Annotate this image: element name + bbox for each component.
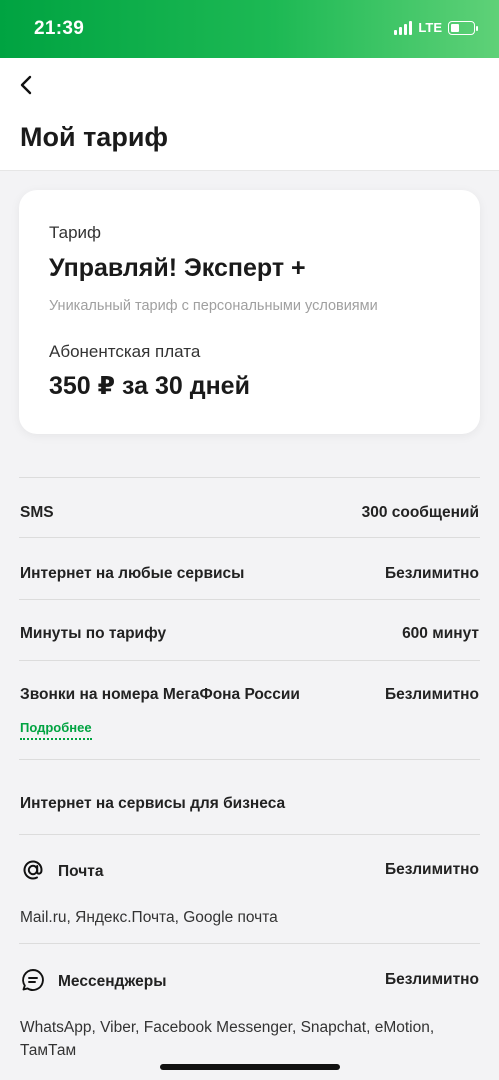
divider bbox=[19, 834, 480, 835]
page-header: Мой тариф bbox=[0, 58, 499, 171]
divider bbox=[19, 943, 480, 944]
service-value: Безлимитно bbox=[384, 971, 479, 988]
divider bbox=[19, 599, 480, 600]
divider bbox=[19, 537, 480, 538]
more-details-link[interactable]: Подробнее bbox=[20, 720, 92, 740]
divider bbox=[19, 759, 480, 760]
row-label: Интернет на любые сервисы bbox=[20, 565, 245, 582]
row-label: Минуты по тарифу bbox=[20, 625, 167, 642]
divider bbox=[19, 477, 480, 478]
tariff-name: Управляй! Эксперт + bbox=[49, 254, 306, 282]
chevron-left-icon bbox=[20, 75, 32, 95]
tariff-label: Тариф bbox=[49, 223, 102, 242]
row-label: SMS bbox=[20, 504, 54, 521]
row-value: Безлимитно bbox=[384, 686, 479, 703]
service-value: Безлимитно bbox=[384, 861, 479, 878]
chat-icon bbox=[22, 969, 44, 991]
fee-value: 350 ₽ за 30 дней bbox=[49, 372, 250, 400]
service-name: Мессенджеры bbox=[58, 973, 167, 990]
row-value: 600 минут bbox=[402, 625, 479, 642]
battery-icon bbox=[448, 20, 478, 35]
signal-icon bbox=[394, 20, 413, 35]
tariff-description: Уникальный тариф с персональными условия… bbox=[49, 298, 378, 314]
back-button[interactable] bbox=[14, 72, 40, 98]
at-icon bbox=[23, 860, 43, 880]
network-type: LTE bbox=[418, 20, 442, 35]
home-indicator bbox=[160, 1064, 340, 1070]
divider bbox=[19, 660, 480, 661]
tariff-details-list: SMS 300 сообщений Интернет на любые серв… bbox=[0, 477, 499, 1080]
business-section-title: Интернет на сервисы для бизнеса bbox=[20, 795, 286, 812]
service-description: WhatsApp, Viber, Facebook Messenger, Sna… bbox=[20, 1019, 435, 1059]
row-value: Безлимитно bbox=[384, 565, 479, 582]
tariff-card: Тариф Управляй! Эксперт + Уникальный тар… bbox=[19, 190, 480, 434]
status-indicators: LTE bbox=[394, 20, 478, 35]
row-label: Звонки на номера МегаФона России bbox=[20, 686, 300, 703]
status-bar: 21:39 LTE bbox=[0, 0, 499, 58]
row-value: 300 сообщений bbox=[361, 504, 479, 521]
page-title: Мой тариф bbox=[20, 122, 169, 152]
service-name: Почта bbox=[58, 863, 104, 880]
service-description: Mail.ru, Яндекс.Почта, Google почта bbox=[20, 909, 278, 926]
status-time: 21:39 bbox=[34, 18, 85, 39]
fee-label: Абонентская плата bbox=[49, 342, 201, 361]
